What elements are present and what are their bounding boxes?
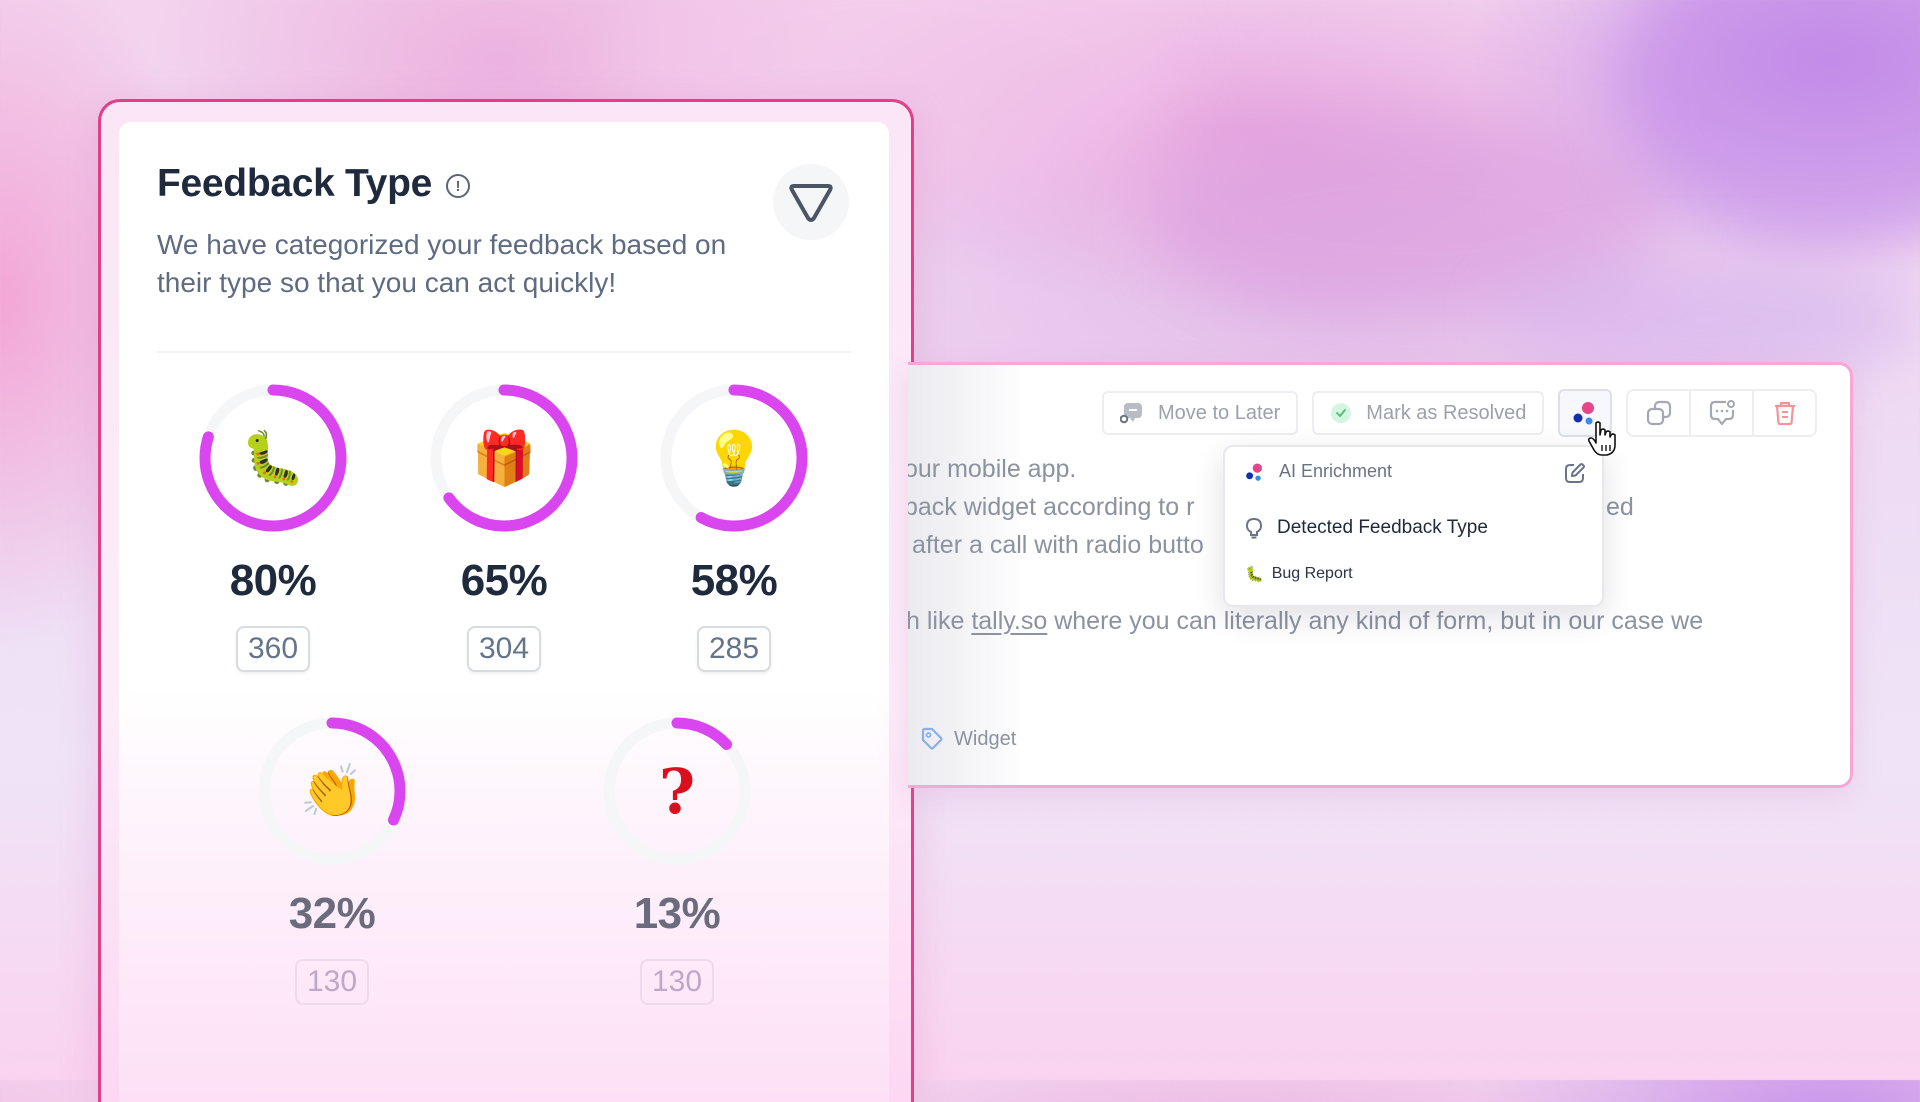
category-emoji: 🐛	[240, 429, 306, 488]
hand-pointer-cursor-icon	[1587, 421, 1616, 456]
tag-icon	[921, 727, 943, 750]
category-stat-feature-request[interactable]: 🎁 65% 304	[404, 378, 604, 672]
category-count-badge: 304	[466, 626, 542, 672]
progress-ring: 🎁	[424, 378, 584, 538]
duplicate-button[interactable]	[1628, 391, 1692, 435]
feedback-text-line: our mobile app.	[908, 455, 1077, 483]
text-prefix: h like	[908, 607, 972, 635]
filter-triangle-icon	[789, 184, 833, 222]
feedback-text-line: h like tally.so where you can literally …	[908, 607, 1703, 636]
feedback-type-card: Feedback Type ! We have categorized your…	[98, 99, 914, 1102]
delete-button[interactable]	[1754, 391, 1815, 435]
category-count-badge: 360	[235, 626, 311, 672]
gift-emoji-icon: 🎁	[424, 378, 584, 538]
feedback-text-fragment: ed	[1606, 493, 1634, 521]
edit-icon	[1565, 463, 1585, 483]
move-to-later-label: Move to Later	[1158, 401, 1281, 424]
ai-enrichment-dropdown: AI Enrichment Detected Feedback Type 🐛 B…	[1223, 445, 1604, 607]
tally-link[interactable]: tally.so	[971, 607, 1047, 635]
feedback-text-line: back widget according to r	[908, 493, 1195, 521]
category-count-badge: 130	[294, 959, 370, 1005]
progress-ring: 👏	[252, 711, 412, 871]
divider	[157, 351, 851, 353]
question-mark-emoji-icon: ?	[597, 711, 757, 871]
source-tag[interactable]: Widget	[920, 727, 1016, 751]
category-count-badge: 285	[696, 626, 772, 672]
feedback-type-panel: Feedback Type ! We have categorized your…	[119, 122, 889, 1102]
progress-ring: 🐛	[193, 378, 353, 538]
trash-icon	[1774, 401, 1795, 426]
move-to-later-button[interactable]: Move to Later	[1102, 391, 1299, 435]
category-percent: 13%	[633, 889, 721, 938]
comment-icon	[1709, 400, 1735, 426]
category-percent: 65%	[460, 556, 548, 605]
category-percent: 32%	[288, 889, 376, 938]
mark-as-resolved-button[interactable]: Mark as Resolved	[1312, 391, 1545, 435]
caterpillar-emoji-icon: 🐛	[1245, 566, 1264, 583]
dropdown-header-label: AI Enrichment	[1279, 461, 1393, 481]
caterpillar-emoji-icon: 🐛	[193, 378, 353, 538]
lightbulb-emoji-icon: 💡	[654, 378, 814, 538]
detected-feedback-type-label: Detected Feedback Type	[1245, 517, 1488, 539]
edit-button[interactable]	[1564, 462, 1586, 489]
category-emoji: 👏	[299, 762, 365, 821]
feedback-type-value: Bug Report	[1271, 565, 1353, 582]
comment-button[interactable]	[1691, 391, 1755, 435]
filter-button[interactable]	[773, 164, 849, 240]
clapping-hands-emoji-icon: 👏	[252, 711, 412, 871]
feedback-toolbar: Move to Later Mark as Resolved	[1102, 389, 1818, 437]
text-suffix: where you can literally any kind of form…	[1047, 607, 1704, 635]
category-count-badge: 130	[639, 959, 715, 1005]
panel-subtitle: We have categorized your feedback based …	[157, 229, 727, 298]
title-row: Feedback Type !	[157, 162, 470, 206]
category-stat-question[interactable]: ? 13% 130	[577, 711, 777, 1005]
mark-as-resolved-label: Mark as Resolved	[1366, 401, 1527, 424]
category-stat-idea[interactable]: 💡 58% 285	[634, 378, 834, 672]
category-emoji: 🎁	[471, 429, 537, 488]
move-later-icon	[1120, 403, 1142, 424]
check-circle-icon	[1331, 403, 1352, 423]
category-percent: 80%	[229, 556, 317, 605]
lightbulb-icon	[1245, 517, 1263, 539]
tag-label: Widget	[954, 727, 1017, 750]
ai-enrichment-dots-icon	[1246, 463, 1262, 481]
category-emoji: ?	[658, 754, 696, 828]
category-emoji: 💡	[701, 429, 767, 488]
category-stat-bug-report[interactable]: 🐛 80% 360	[173, 378, 373, 672]
category-percent: 58%	[690, 556, 778, 605]
feedback-text-line: after a call with radio butto	[912, 531, 1204, 559]
detected-feedback-type-text: Detected Feedback Type	[1277, 517, 1488, 538]
info-circle-icon[interactable]: !	[446, 174, 470, 198]
category-stat-praise[interactable]: 👏 32% 130	[232, 711, 432, 1005]
action-button-group	[1626, 389, 1818, 437]
progress-ring: 💡	[654, 378, 814, 538]
panel-title: Feedback Type	[157, 162, 432, 205]
feedback-type-option-bug-report[interactable]: 🐛 Bug Report	[1245, 565, 1353, 583]
progress-ring: ?	[597, 711, 757, 871]
dropdown-header: AI Enrichment	[1245, 461, 1392, 482]
copy-icon	[1646, 400, 1671, 426]
